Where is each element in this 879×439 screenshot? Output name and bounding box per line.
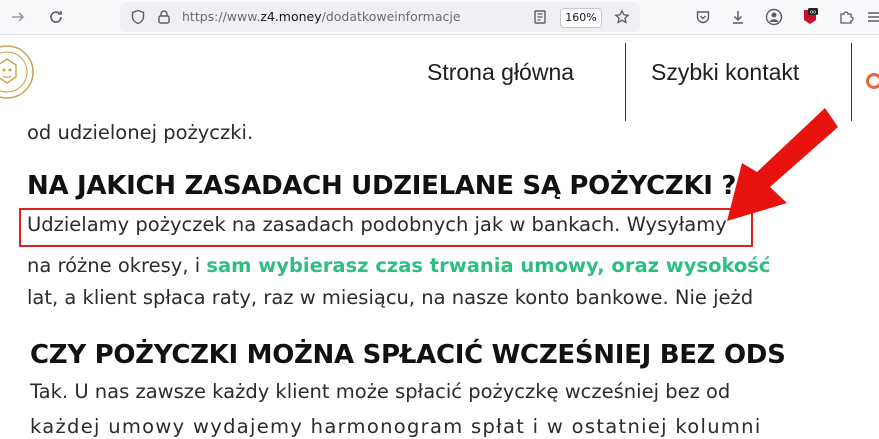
- shield-icon[interactable]: [128, 7, 148, 27]
- lock-icon[interactable]: [154, 7, 174, 27]
- menu-icon[interactable]: [864, 7, 879, 27]
- svg-text:oo: oo: [810, 10, 816, 16]
- zoom-indicator[interactable]: 160%: [560, 8, 602, 28]
- extension-icon[interactable]: oo: [800, 7, 820, 27]
- url-text[interactable]: https://www.z4.money/dodatkoweinformacje: [182, 9, 461, 24]
- web-page: Strona główna Szybki kontakt od udzielon…: [0, 35, 879, 439]
- pocket-icon[interactable]: [693, 7, 713, 27]
- puzzle-icon[interactable]: [836, 7, 856, 27]
- reader-icon[interactable]: [530, 7, 550, 27]
- star-icon[interactable]: [612, 7, 632, 27]
- download-icon[interactable]: [728, 7, 748, 27]
- forward-icon[interactable]: [8, 7, 28, 27]
- red-arrow-icon: [727, 108, 838, 221]
- account-icon[interactable]: [764, 7, 784, 27]
- browser-toolbar: https://www.z4.money/dodatkoweinformacje…: [0, 0, 879, 35]
- address-bar[interactable]: https://www.z4.money/dodatkoweinformacje…: [120, 2, 640, 32]
- reload-icon[interactable]: [46, 7, 66, 27]
